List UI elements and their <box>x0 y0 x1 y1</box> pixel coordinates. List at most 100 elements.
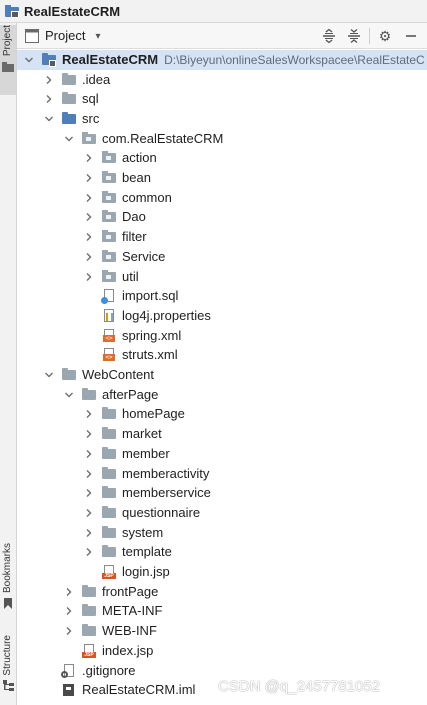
tree-row[interactable]: <> struts.xml <box>17 346 427 366</box>
tree-item-label: member <box>122 445 170 461</box>
tree-row[interactable]: homePage <box>17 405 427 425</box>
bookmarks-tool-tab[interactable]: Bookmarks <box>0 543 16 623</box>
folder-icon <box>101 485 117 501</box>
tree-row[interactable]: memberactivity <box>17 464 427 484</box>
chevron-right-icon[interactable] <box>83 408 95 420</box>
expand-all-button[interactable] <box>319 26 339 46</box>
tree-row[interactable]: JSP index.jsp <box>17 641 427 661</box>
chevron-down-icon[interactable] <box>43 113 55 125</box>
chevron-right-icon[interactable] <box>83 448 95 460</box>
package-icon <box>101 170 117 186</box>
folder-icon <box>101 505 117 521</box>
tree-row[interactable]: import.sql <box>17 286 427 306</box>
tree-row[interactable]: common <box>17 188 427 208</box>
tree-item-label: frontPage <box>102 583 159 599</box>
chevron-right-icon[interactable] <box>83 172 95 184</box>
bookmark-icon <box>4 598 12 610</box>
tree-row[interactable]: <> spring.xml <box>17 326 427 346</box>
hide-panel-button[interactable] <box>401 26 421 46</box>
expand-all-icon <box>323 29 335 43</box>
tree-item-label: filter <box>122 229 147 245</box>
chevron-right-icon[interactable] <box>83 211 95 223</box>
chevron-right-icon[interactable] <box>83 507 95 519</box>
tree-row[interactable]: Dao <box>17 208 427 228</box>
chevron-down-icon[interactable] <box>23 54 35 66</box>
tree-item-label: market <box>122 426 162 442</box>
project-tree[interactable]: RealEstateCRM D:\Biyeyun\onlineSalesWorks… <box>17 50 427 705</box>
chevron-right-icon[interactable] <box>83 192 95 204</box>
window-title: RealEstateCRM <box>24 3 121 19</box>
module-folder-icon <box>41 52 57 68</box>
structure-tool-tab[interactable]: Structure <box>0 635 16 705</box>
bookmarks-tab-label: Bookmarks <box>2 543 13 594</box>
tree-row[interactable]: WEB-INF <box>17 621 427 641</box>
chevron-right-icon[interactable] <box>83 527 95 539</box>
tree-item-label: Service <box>122 248 166 264</box>
tree-row[interactable]: Service <box>17 247 427 267</box>
tree-row[interactable]: market <box>17 424 427 444</box>
tree-item-label: memberservice <box>122 485 211 501</box>
folder-icon <box>101 406 117 422</box>
tree-item-label: common <box>122 189 172 205</box>
chevron-right-icon[interactable] <box>83 231 95 243</box>
tree-row[interactable]: action <box>17 149 427 169</box>
chevron-right-icon[interactable] <box>83 428 95 440</box>
tree-row[interactable]: .idea <box>17 70 427 90</box>
tree-row[interactable]: WebContent <box>17 365 427 385</box>
tree-row[interactable]: frontPage <box>17 582 427 602</box>
tree-row[interactable]: template <box>17 543 427 563</box>
chevron-down-icon[interactable] <box>63 133 75 145</box>
chevron-right-icon[interactable] <box>63 625 75 637</box>
tree-row[interactable]: questionnaire <box>17 503 427 523</box>
tree-row[interactable]: sql <box>17 89 427 109</box>
tree-item-label: WebContent <box>82 367 155 383</box>
chevron-right-icon[interactable] <box>63 605 75 617</box>
project-view-label: Project <box>45 28 86 43</box>
project-view-selector[interactable]: Project ▾ <box>25 26 101 46</box>
tree-row[interactable]: META-INF <box>17 602 427 622</box>
settings-button[interactable]: ⚙ <box>375 26 395 46</box>
chevron-right-icon[interactable] <box>83 468 95 480</box>
tree-row[interactable]: util <box>17 267 427 287</box>
iml-file-icon <box>61 682 77 698</box>
package-icon <box>101 249 117 265</box>
tree-item-label: questionnaire <box>122 504 201 520</box>
sql-file-icon <box>101 288 117 305</box>
tree-row[interactable]: RealEstateCRM D:\Biyeyun\onlineSalesWorks… <box>17 50 427 70</box>
jsp-file-icon: JSP <box>81 643 97 659</box>
chevron-right-icon[interactable] <box>83 251 95 263</box>
folder-icon <box>101 466 117 482</box>
package-icon <box>101 269 117 285</box>
tree-row[interactable]: src <box>17 109 427 129</box>
chevron-down-icon[interactable] <box>43 369 55 381</box>
tree-item-label: log4j.properties <box>122 307 211 323</box>
tree-item-label: template <box>122 544 172 560</box>
tree-row[interactable]: bean <box>17 168 427 188</box>
tree-item-label: action <box>122 150 157 166</box>
package-icon <box>101 150 117 166</box>
folder-icon <box>61 72 77 88</box>
tree-row[interactable]: log4j.properties <box>17 306 427 326</box>
collapse-all-button[interactable] <box>344 26 364 46</box>
tree-row[interactable]: system <box>17 523 427 543</box>
chevron-right-icon[interactable] <box>63 586 75 598</box>
toolbar-divider <box>369 28 370 44</box>
project-tool-tab[interactable]: Project <box>0 25 16 95</box>
chevron-right-icon[interactable] <box>83 487 95 499</box>
chevron-right-icon[interactable] <box>43 74 55 86</box>
tree-row[interactable]: afterPage <box>17 385 427 405</box>
tree-item-label: bean <box>122 170 151 186</box>
project-view-icon <box>25 29 39 43</box>
tree-row[interactable]: member <box>17 444 427 464</box>
tree-item-label: system <box>122 524 164 540</box>
chevron-right-icon[interactable] <box>83 271 95 283</box>
tree-row[interactable]: filter <box>17 227 427 247</box>
chevron-right-icon[interactable] <box>83 546 95 558</box>
chevron-down-icon[interactable] <box>63 389 75 401</box>
tree-row[interactable]: com.RealEstateCRM <box>17 129 427 149</box>
chevron-right-icon[interactable] <box>83 152 95 164</box>
tree-row[interactable]: memberservice <box>17 483 427 503</box>
chevron-right-icon[interactable] <box>43 93 55 105</box>
tree-row[interactable]: JSP login.jsp <box>17 562 427 582</box>
tree-item-label: struts.xml <box>122 347 178 363</box>
